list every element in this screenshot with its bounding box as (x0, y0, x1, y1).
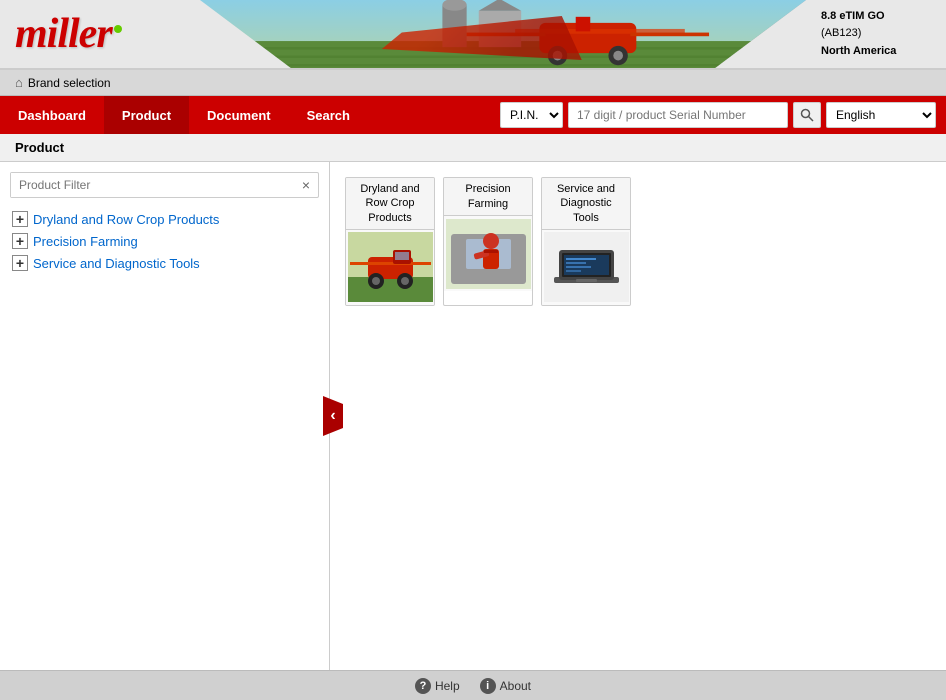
header-banner-image (200, 0, 806, 68)
product-card-image-service (541, 230, 631, 305)
breadcrumb-text[interactable]: Brand selection (28, 76, 111, 90)
product-card-precision[interactable]: Precision Farming (443, 177, 533, 306)
tab-product[interactable]: Product (104, 96, 189, 134)
logo: miller (15, 10, 122, 58)
navbar: Dashboard Product Document Search P.I.N.… (0, 96, 946, 134)
version-code: (AB123) (821, 25, 931, 43)
help-icon: ? (415, 678, 431, 694)
main-content: × + Dryland and Row Crop Products + Prec… (0, 162, 946, 670)
language-select[interactable]: English French Spanish German (826, 102, 936, 128)
product-grid: Dryland and Row Crop Products (345, 177, 931, 306)
search-input[interactable] (568, 102, 788, 128)
expand-icon-service[interactable]: + (12, 255, 28, 271)
product-grid-area: Dryland and Row Crop Products (330, 162, 946, 670)
footer: ? Help i About (0, 670, 946, 700)
tab-document[interactable]: Document (189, 96, 289, 134)
help-link[interactable]: ? Help (415, 678, 460, 694)
sidebar-label-service: Service and Diagnostic Tools (33, 256, 200, 271)
nav-search-area: P.I.N. Serial English French Spanish Ger… (500, 102, 946, 128)
search-button[interactable] (793, 102, 821, 128)
product-card-label-precision: Precision Farming (444, 178, 532, 216)
sidebar-label-precision: Precision Farming (33, 234, 138, 249)
about-link[interactable]: i About (480, 678, 531, 694)
version-region: North America (821, 43, 931, 61)
service-laptop-image (544, 232, 629, 302)
nav-tabs: Dashboard Product Document Search (0, 96, 368, 134)
product-filter-input[interactable] (11, 173, 294, 197)
home-icon[interactable]: ⌂ (15, 75, 23, 90)
pin-select[interactable]: P.I.N. Serial (500, 102, 563, 128)
filter-bar: × (10, 172, 319, 198)
sidebar-item-precision[interactable]: + Precision Farming (10, 230, 319, 252)
breadcrumb: ⌂ Brand selection (0, 70, 946, 96)
filter-clear-button[interactable]: × (294, 173, 318, 197)
tab-dashboard[interactable]: Dashboard (0, 96, 104, 134)
sidebar-item-service[interactable]: + Service and Diagnostic Tools (10, 252, 319, 274)
product-card-dryland[interactable]: Dryland and Row Crop Products (345, 177, 435, 306)
sidebar: × + Dryland and Row Crop Products + Prec… (0, 162, 330, 670)
about-label: About (500, 679, 531, 693)
version-label: 8.8 eTIM GO (821, 8, 931, 26)
dryland-sprayer-image (348, 232, 433, 302)
product-card-image-dryland (345, 230, 435, 305)
precision-farming-image (446, 219, 531, 289)
about-icon: i (480, 678, 496, 694)
product-card-label-service: Service and Diagnostic Tools (542, 178, 630, 230)
help-label: Help (435, 679, 460, 693)
product-card-label-dryland: Dryland and Row Crop Products (346, 178, 434, 230)
expand-icon-dryland[interactable]: + (12, 211, 28, 227)
expand-icon-precision[interactable]: + (12, 233, 28, 249)
sidebar-label-dryland: Dryland and Row Crop Products (33, 212, 219, 227)
header: miller (0, 0, 946, 70)
header-version-info: 8.8 eTIM GO (AB123) North America (806, 0, 946, 68)
product-card-image-precision (443, 216, 533, 291)
logo-area: miller (0, 0, 200, 68)
page-title: Product (0, 134, 946, 162)
tab-search[interactable]: Search (289, 96, 368, 134)
search-icon (800, 108, 814, 122)
product-card-service[interactable]: Service and Diagnostic Tools (541, 177, 631, 306)
sidebar-item-dryland[interactable]: + Dryland and Row Crop Products (10, 208, 319, 230)
